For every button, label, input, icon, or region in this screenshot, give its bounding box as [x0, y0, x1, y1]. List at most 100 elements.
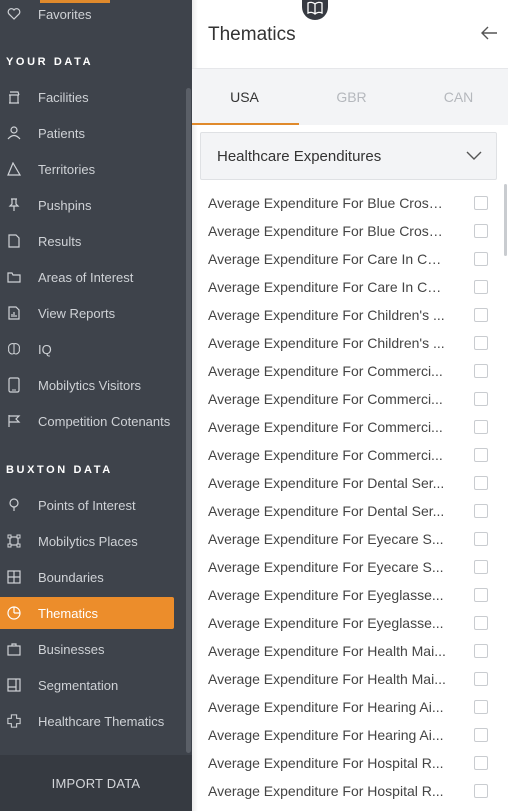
- person-icon: [7, 125, 21, 141]
- list-item-label: Average Expenditure For Care In Co...: [208, 251, 446, 267]
- checkbox[interactable]: [474, 756, 488, 770]
- list-item[interactable]: Average Expenditure For Eyeglasse...: [208, 581, 498, 609]
- checkbox[interactable]: [474, 196, 488, 210]
- list-item[interactable]: Average Expenditure For Hospital R...: [208, 749, 498, 777]
- checkbox[interactable]: [474, 784, 488, 798]
- briefcase-icon: [7, 641, 21, 657]
- list-item-label: Average Expenditure For Hearing Ai...: [208, 727, 444, 743]
- checkbox[interactable]: [474, 252, 488, 266]
- checkbox[interactable]: [474, 504, 488, 518]
- pushpin-icon: [7, 197, 21, 213]
- category-dropdown[interactable]: Healthcare Expenditures: [200, 132, 497, 180]
- list-item[interactable]: Average Expenditure For Care In Co...: [208, 245, 498, 273]
- list-item-label: Average Expenditure For Health Mai...: [208, 671, 446, 687]
- sidebar-item-label: Areas of Interest: [38, 269, 134, 285]
- checkbox[interactable]: [474, 588, 488, 602]
- list-item-label: Average Expenditure For Eyeglasse...: [208, 615, 444, 631]
- list-item[interactable]: Average Expenditure For Children's ...: [208, 329, 498, 357]
- sidebar-item-mobilytics-visitors[interactable]: Mobilytics Visitors: [0, 369, 174, 401]
- list-item-label: Average Expenditure For Eyecare S...: [208, 559, 444, 575]
- list-item[interactable]: Average Expenditure For Children's ...: [208, 301, 498, 329]
- back-arrow-icon[interactable]: [479, 22, 501, 44]
- panel-scrollbar[interactable]: [504, 184, 507, 256]
- list-item[interactable]: Average Expenditure For Eyecare S...: [208, 525, 498, 553]
- sidebar-item-segmentation[interactable]: Segmentation: [0, 669, 174, 701]
- list-item[interactable]: Average Expenditure For Hearing Ai...: [208, 693, 498, 721]
- list-item[interactable]: Average Expenditure For Commerci...: [208, 357, 498, 385]
- section-label-buxton-data: BUXTON DATA: [6, 464, 113, 476]
- sidebar-item-patients[interactable]: Patients: [0, 117, 174, 149]
- sidebar-item-favorites[interactable]: Favorites: [0, 0, 174, 30]
- list-item[interactable]: Average Expenditure For Commerci...: [208, 385, 498, 413]
- checkbox[interactable]: [474, 308, 488, 322]
- sidebar-item-healthcare-thematics[interactable]: Healthcare Thematics: [0, 705, 174, 737]
- country-tabs: USA GBR CAN: [192, 68, 508, 125]
- tab-usa[interactable]: USA: [192, 69, 297, 125]
- sidebar-item-label: IQ: [38, 341, 52, 357]
- list-item[interactable]: Average Expenditure For Dental Ser...: [208, 497, 498, 525]
- list-item[interactable]: Average Expenditure For Blue Cross...: [208, 189, 498, 217]
- sidebar-item-view-reports[interactable]: View Reports: [0, 297, 174, 329]
- list-item-label: Average Expenditure For Hospital R...: [208, 783, 444, 799]
- checkbox[interactable]: [474, 364, 488, 378]
- list-item[interactable]: Average Expenditure For Commerci...: [208, 413, 498, 441]
- sidebar-item-label: Facilities: [38, 89, 89, 105]
- active-tab-indicator: [192, 123, 299, 125]
- sidebar-item-label: Thematics: [38, 605, 98, 621]
- list-item[interactable]: Average Expenditure For Health Mai...: [208, 637, 498, 665]
- sidebar-item-results[interactable]: Results: [0, 225, 174, 257]
- list-item-label: Average Expenditure For Dental Ser...: [208, 503, 445, 519]
- list-item[interactable]: Average Expenditure For Dental Ser...: [208, 469, 498, 497]
- sidebar-item-iq[interactable]: IQ: [0, 333, 174, 365]
- sidebar: Favorites YOUR DATA Facilities Patients …: [0, 0, 192, 811]
- checkbox[interactable]: [474, 448, 488, 462]
- checkbox[interactable]: [474, 476, 488, 490]
- sidebar-item-label: Boundaries: [38, 569, 104, 585]
- checkbox[interactable]: [474, 420, 488, 434]
- sidebar-scrollbar[interactable]: [186, 88, 191, 753]
- list-item[interactable]: Average Expenditure For Hearing Ai...: [208, 721, 498, 749]
- folder-icon: [7, 269, 21, 285]
- checkbox[interactable]: [474, 336, 488, 350]
- sidebar-item-pushpins[interactable]: Pushpins: [0, 189, 174, 221]
- list-item-label: Average Expenditure For Commerci...: [208, 419, 443, 435]
- sidebar-item-label: Results: [38, 233, 82, 249]
- checkbox[interactable]: [474, 280, 488, 294]
- checkbox[interactable]: [474, 644, 488, 658]
- phone-icon: [7, 377, 21, 393]
- checkbox[interactable]: [474, 224, 488, 238]
- list-item[interactable]: Average Expenditure For Eyeglasse...: [208, 609, 498, 637]
- list-item[interactable]: Average Expenditure For Blue Cross...: [208, 217, 498, 245]
- checkbox[interactable]: [474, 728, 488, 742]
- list-item[interactable]: Average Expenditure For Hospital R...: [208, 777, 498, 805]
- sidebar-item-label: Segmentation: [38, 677, 119, 693]
- list-item[interactable]: Average Expenditure For Health Mai...: [208, 665, 498, 693]
- sidebar-item-territories[interactable]: Territories: [0, 153, 174, 185]
- list-item[interactable]: Average Expenditure For Care In Co...: [208, 273, 498, 301]
- map-pin-icon: [7, 497, 21, 513]
- report-icon: [7, 305, 21, 321]
- sidebar-item-label: Competition Cotenants: [38, 413, 171, 429]
- sidebar-item-label: View Reports: [38, 305, 116, 321]
- sidebar-item-businesses[interactable]: Businesses: [0, 633, 174, 665]
- import-data-button[interactable]: IMPORT DATA: [0, 755, 192, 811]
- list-item[interactable]: Average Expenditure For Commerci...: [208, 441, 498, 469]
- list-item[interactable]: Average Expenditure For Eyecare S...: [208, 553, 498, 581]
- sidebar-item-facilities[interactable]: Facilities: [0, 81, 174, 113]
- sidebar-item-competition-cotenants[interactable]: Competition Cotenants: [0, 405, 174, 437]
- sidebar-item-mobilytics-places[interactable]: Mobilytics Places: [0, 525, 174, 557]
- checkbox[interactable]: [474, 560, 488, 574]
- sidebar-item-thematics[interactable]: Thematics: [0, 597, 174, 629]
- checkbox[interactable]: [474, 392, 488, 406]
- checkbox[interactable]: [474, 616, 488, 630]
- sidebar-item-label: Healthcare Thematics: [38, 713, 165, 729]
- sidebar-item-points-of-interest[interactable]: Points of Interest: [0, 489, 174, 521]
- checkbox[interactable]: [474, 700, 488, 714]
- checkbox[interactable]: [474, 532, 488, 546]
- tab-can[interactable]: CAN: [406, 69, 508, 125]
- checkbox[interactable]: [474, 672, 488, 686]
- sidebar-item-label: Favorites: [38, 6, 92, 22]
- sidebar-item-boundaries[interactable]: Boundaries: [0, 561, 174, 593]
- tab-gbr[interactable]: GBR: [299, 69, 404, 125]
- sidebar-item-areas-of-interest[interactable]: Areas of Interest: [0, 261, 174, 293]
